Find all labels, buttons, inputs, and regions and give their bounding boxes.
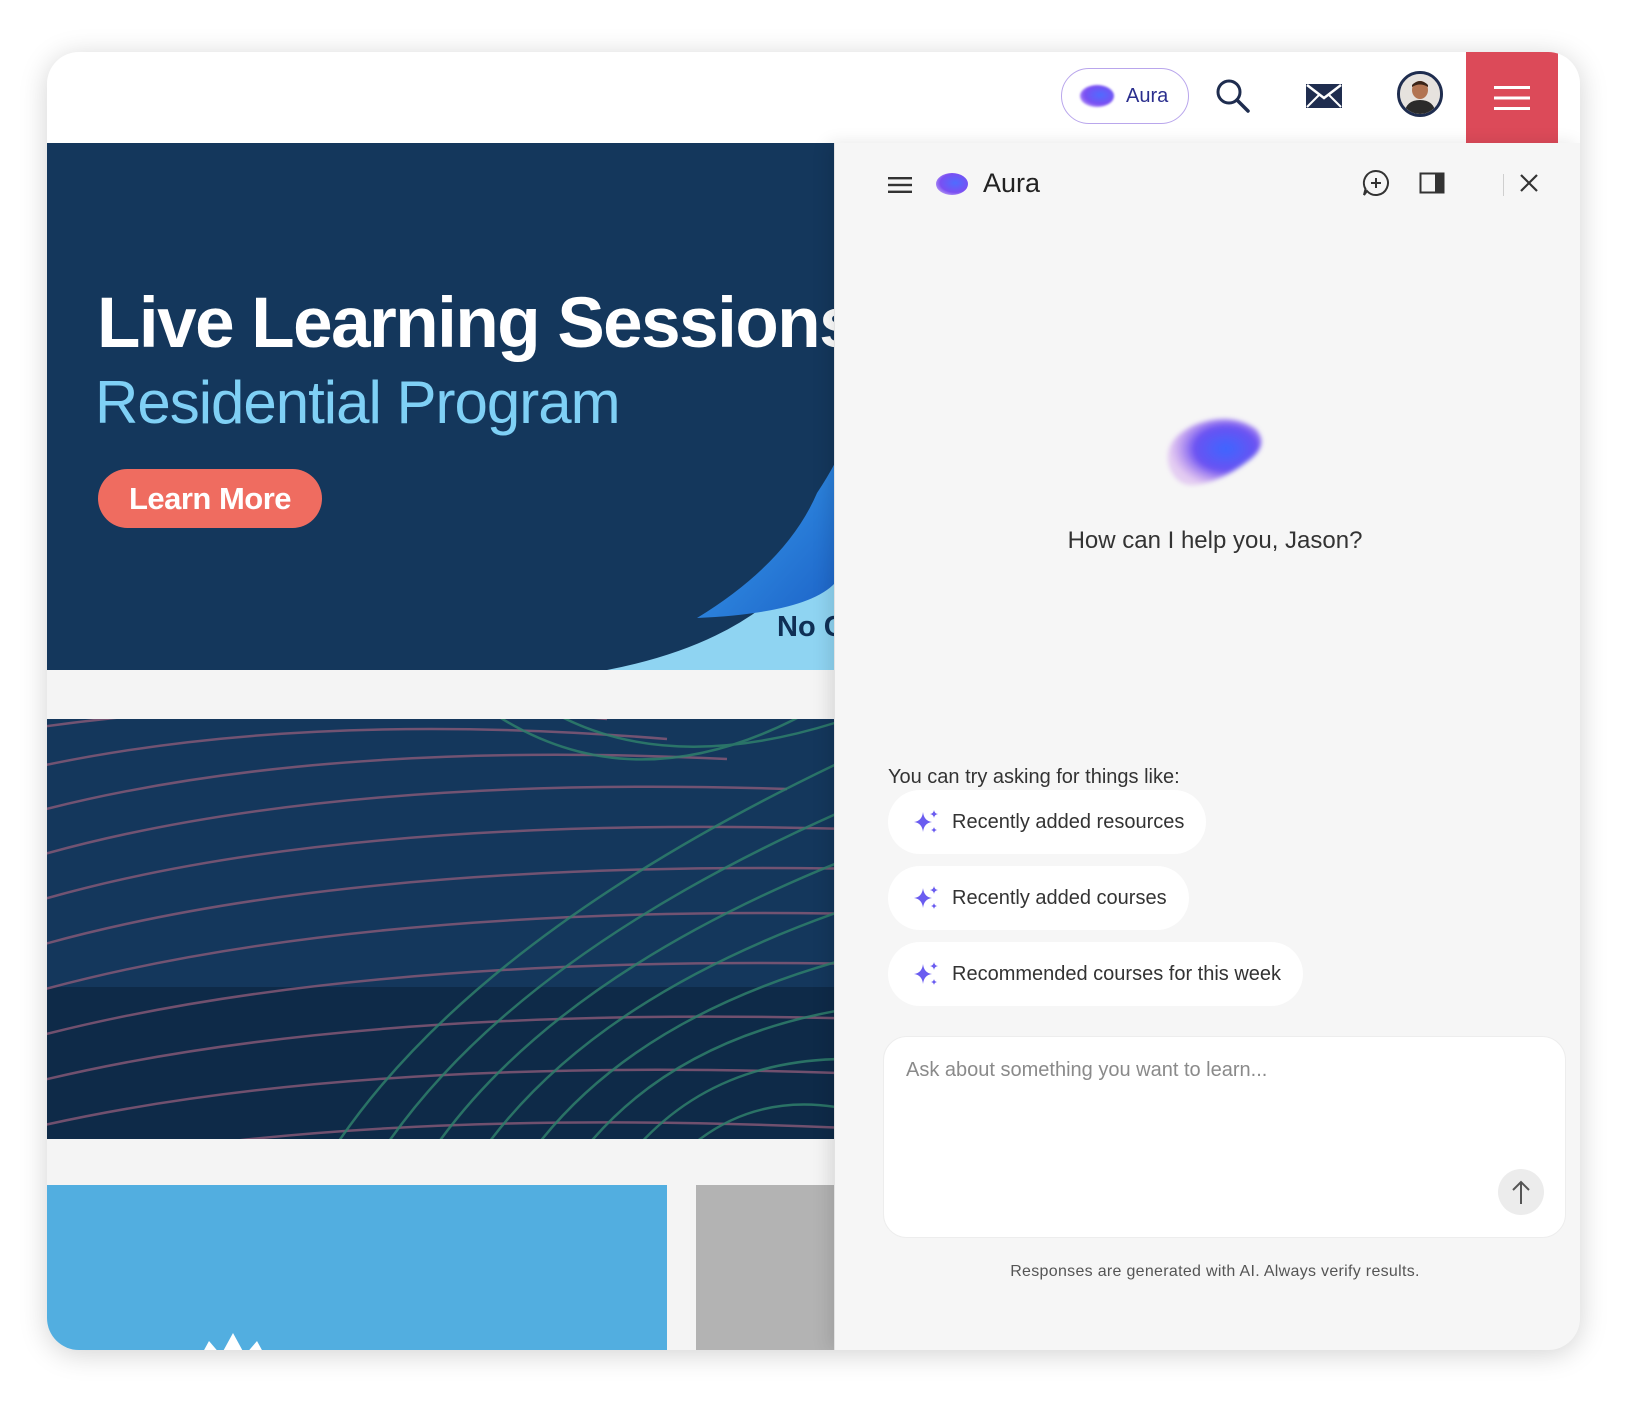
app-window: Aura Live Learning Sessions Residential … — [47, 52, 1580, 1350]
greeting-text: How can I help you, Jason? — [1067, 527, 1363, 554]
chat-input[interactable] — [904, 1057, 1528, 1171]
course-tile[interactable] — [47, 1185, 667, 1350]
new-chat-icon[interactable] — [1356, 163, 1396, 203]
wave-lines-graphic — [47, 719, 835, 1139]
aura-button-label: Aura — [1126, 84, 1169, 107]
sparkle-icon — [914, 962, 938, 985]
close-icon[interactable] — [1509, 163, 1549, 203]
sparkle-icon — [914, 810, 938, 833]
panel-title: Aura — [983, 168, 1041, 198]
wave-pattern-banner[interactable] — [47, 719, 835, 1139]
search-icon[interactable] — [1207, 70, 1259, 122]
hamburger-menu-icon[interactable] — [1466, 52, 1558, 143]
sparkle-icon — [914, 886, 938, 909]
aura-chat-panel: Aura How can I help you, Jason? You can … — [834, 143, 1580, 1350]
aura-button[interactable]: Aura — [1061, 68, 1189, 124]
promo-banner[interactable]: Live Learning Sessions Residential Progr… — [47, 143, 835, 670]
banner-subtitle: Residential Program — [95, 369, 621, 436]
ai-disclaimer: Responses are generated with AI. Always … — [1010, 1263, 1420, 1280]
aura-logo-icon — [1080, 85, 1114, 107]
side-panel-icon[interactable] — [1412, 163, 1452, 203]
header-divider — [1503, 174, 1504, 196]
suggestion-chip[interactable]: Recommended courses for this week — [888, 942, 1304, 1006]
suggestion-chip[interactable]: Recently added resources — [888, 790, 1207, 854]
banner-title: Live Learning Sessions — [97, 284, 835, 363]
tile-logo-icon — [204, 1333, 262, 1350]
banner-corner-text: No C — [777, 611, 835, 643]
suggestion-label: Recently added resources — [952, 810, 1185, 833]
suggestion-label: Recommended courses for this week — [952, 962, 1282, 985]
chat-input-box — [883, 1036, 1566, 1238]
suggestion-chip[interactable]: Recently added courses — [888, 866, 1189, 930]
panel-menu-icon[interactable] — [880, 165, 920, 205]
suggestion-label: Recently added courses — [952, 886, 1167, 909]
mail-icon[interactable] — [1298, 70, 1350, 122]
suggestions-label: You can try asking for things like: — [888, 766, 1180, 788]
course-tile[interactable] — [696, 1185, 835, 1350]
learn-more-button[interactable]: Learn More — [98, 469, 322, 528]
send-arrow-icon — [1512, 1180, 1530, 1204]
avatar[interactable] — [1397, 71, 1443, 117]
aura-logo-large-icon — [1167, 418, 1262, 486]
send-button[interactable] — [1498, 1169, 1544, 1215]
aura-logo-icon — [936, 173, 968, 195]
top-navigation-bar: Aura — [47, 52, 1580, 143]
